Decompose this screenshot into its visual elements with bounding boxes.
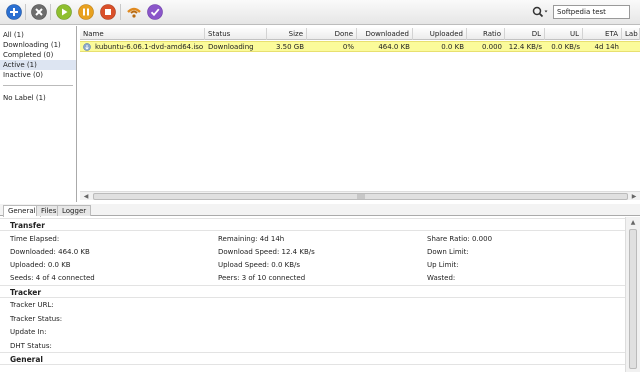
column-header-label[interactable]: Lab xyxy=(622,28,640,40)
torrent-done: 0% xyxy=(342,43,354,51)
scroll-up-icon[interactable]: ▲ xyxy=(629,219,637,227)
plus-icon xyxy=(6,4,22,20)
downloading-status-icon xyxy=(83,43,91,51)
pause-icon xyxy=(78,4,94,20)
torrent-label xyxy=(622,42,640,52)
toolbar-divider xyxy=(50,4,51,20)
scrollbar-thumb[interactable] xyxy=(629,229,637,369)
share-ratio-label: Share Ratio: 0.000 xyxy=(427,235,493,243)
sidebar-item-all[interactable]: All (1) xyxy=(0,30,76,40)
rss-icon xyxy=(127,7,141,18)
torrent-ratio: 0.000 xyxy=(481,43,502,51)
play-icon xyxy=(56,4,72,20)
tab-general[interactable]: General xyxy=(3,205,41,217)
down-limit-label: Down Limit: xyxy=(427,248,469,256)
tab-logger[interactable]: Logger xyxy=(57,205,92,216)
uploaded-label: Uploaded: 0.0 KB xyxy=(10,261,71,269)
time-elapsed-label: Time Elapsed: xyxy=(10,235,60,243)
rss-button[interactable] xyxy=(126,4,142,20)
sidebar-item-downloading[interactable]: Downloading (1) xyxy=(0,40,76,50)
column-header-name[interactable]: Name xyxy=(80,28,205,40)
column-header-dl[interactable]: DL xyxy=(505,28,545,40)
table-row[interactable]: kubuntu-6.06.1-dvd-amd64.iso Downloading… xyxy=(80,41,640,52)
stop-torrent-button[interactable] xyxy=(100,4,116,20)
tracker-status-label: Tracker Status: xyxy=(10,315,63,323)
sidebar-item-active[interactable]: Active (1) xyxy=(0,60,76,70)
sidebar-item-no-label[interactable]: No Label (1) xyxy=(0,93,76,103)
column-header-uploaded[interactable]: Uploaded xyxy=(413,28,467,40)
section-heading-general: General xyxy=(0,352,625,365)
update-in-label: Update In: xyxy=(10,328,47,336)
scroll-right-icon[interactable]: ▶ xyxy=(630,193,638,200)
search-icon[interactable] xyxy=(532,6,550,18)
peers-label: Peers: 3 of 10 connected xyxy=(218,274,306,282)
torrent-name: kubuntu-6.06.1-dvd-amd64.iso xyxy=(95,43,204,51)
wasted-label: Wasted: xyxy=(427,274,456,282)
column-header-eta[interactable]: ETA xyxy=(583,28,622,40)
sidebar: All (1) Downloading (1) Completed (0) Ac… xyxy=(0,26,77,202)
general-details-panel: Transfer Time Elapsed: Remaining: 4d 14h… xyxy=(0,217,625,372)
sidebar-divider xyxy=(3,85,73,86)
seeds-label: Seeds: 4 of 4 connected xyxy=(10,274,95,282)
remove-torrent-button[interactable] xyxy=(31,4,47,20)
section-heading-transfer: Transfer xyxy=(0,218,625,231)
stop-icon xyxy=(100,4,116,20)
column-header-downloaded[interactable]: Downloaded xyxy=(357,28,413,40)
vertical-scrollbar[interactable]: ▲ xyxy=(625,217,640,372)
sidebar-item-inactive[interactable]: Inactive (0) xyxy=(0,70,76,80)
toolbar-divider xyxy=(25,4,26,20)
close-icon xyxy=(31,4,47,20)
torrent-uploaded: 0.0 KB xyxy=(441,43,464,51)
remaining-label: Remaining: 4d 14h xyxy=(218,235,285,243)
torrent-list: Name Status Size Done Downloaded Uploade… xyxy=(80,26,640,202)
horizontal-scrollbar[interactable]: ◀ ▶ xyxy=(80,191,640,200)
column-headers: Name Status Size Done Downloaded Uploade… xyxy=(80,28,640,40)
torrent-size: 3.50 GB xyxy=(275,43,304,51)
scroll-left-icon[interactable]: ◀ xyxy=(82,193,90,200)
torrent-dl-speed: 12.4 KB/s xyxy=(508,43,542,51)
torrent-status: Downloading xyxy=(208,43,254,51)
column-header-size[interactable]: Size xyxy=(267,28,307,40)
toolbar-divider xyxy=(120,4,121,20)
torrent-eta: 4d 14h xyxy=(594,43,619,51)
torrent-downloaded: 464.0 KB xyxy=(378,43,410,51)
column-header-done[interactable]: Done xyxy=(307,28,357,40)
toolbar xyxy=(0,0,640,25)
column-header-ul[interactable]: UL xyxy=(545,28,583,40)
column-header-ratio[interactable]: Ratio xyxy=(467,28,505,40)
check-icon xyxy=(147,4,163,20)
download-speed-label: Download Speed: 12.4 KB/s xyxy=(218,248,315,256)
add-torrent-button[interactable] xyxy=(6,4,22,20)
upload-speed-label: Upload Speed: 0.0 KB/s xyxy=(218,261,301,269)
dht-status-label: DHT Status: xyxy=(10,342,52,350)
check-button[interactable] xyxy=(147,4,163,20)
tracker-url-label: Tracker URL: xyxy=(10,301,54,309)
section-heading-tracker: Tracker xyxy=(0,285,625,298)
resume-torrent-button[interactable] xyxy=(56,4,72,20)
grip-icon xyxy=(357,194,365,199)
search-input[interactable] xyxy=(553,5,630,19)
up-limit-label: Up Limit: xyxy=(427,261,459,269)
torrent-ul-speed: 0.0 KB/s xyxy=(551,43,580,51)
chevron-down-icon xyxy=(544,10,548,13)
detail-tabs: General Files Logger xyxy=(0,204,640,217)
downloaded-label: Downloaded: 464.0 KB xyxy=(10,248,90,256)
column-header-status[interactable]: Status xyxy=(205,28,267,40)
sidebar-item-completed[interactable]: Completed (0) xyxy=(0,50,76,60)
scrollbar-thumb[interactable] xyxy=(93,193,628,200)
pause-torrent-button[interactable] xyxy=(78,4,94,20)
